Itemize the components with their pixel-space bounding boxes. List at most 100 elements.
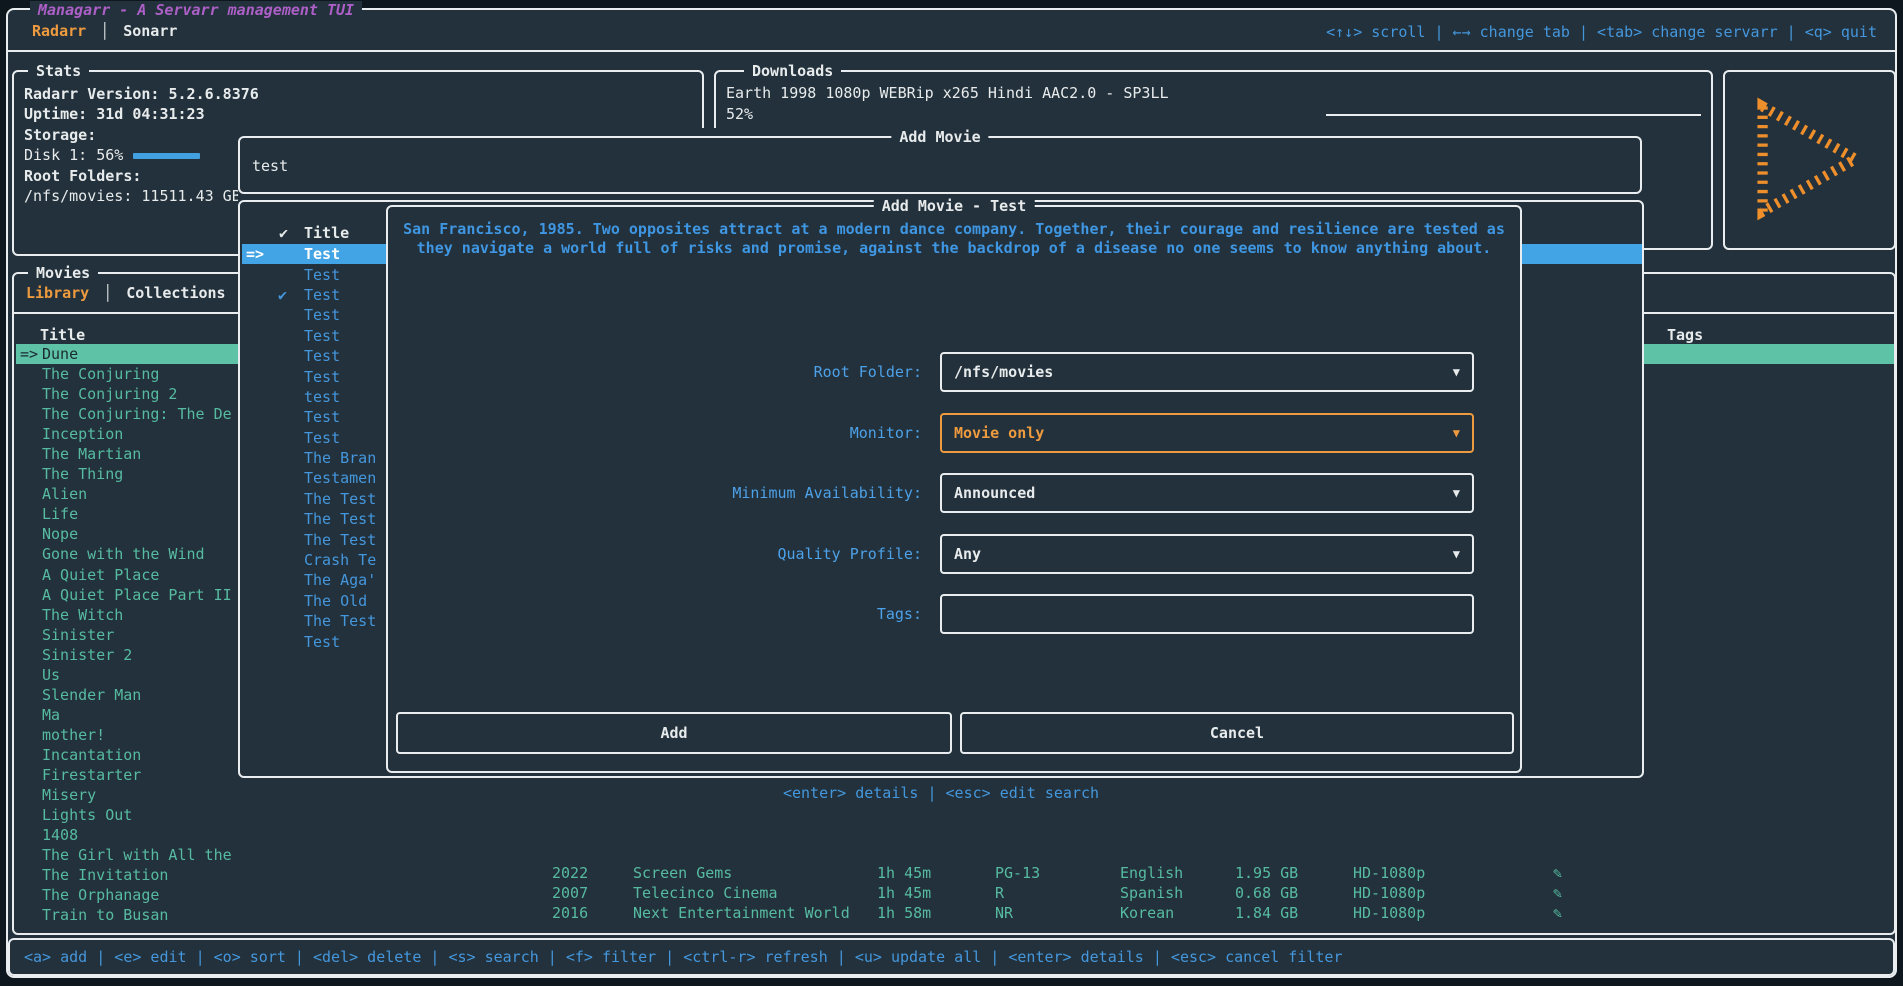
movie-list-item[interactable]: The Girl with All the bbox=[16, 845, 248, 865]
header-keybind-hints: <↑↓> scroll | ←→ change tab | <tab> chan… bbox=[1326, 23, 1877, 41]
movie-title: The Witch bbox=[42, 606, 248, 624]
movie-list-item[interactable]: The Witch bbox=[16, 605, 248, 625]
movie-list-item[interactable]: The Thing bbox=[16, 464, 248, 484]
movie-title: The Conjuring bbox=[42, 365, 248, 383]
movie-title: Incantation bbox=[42, 746, 248, 764]
movie-list-item[interactable]: => Dune bbox=[16, 344, 248, 364]
movie-list-item[interactable]: Ma bbox=[16, 705, 248, 725]
movie-list-item[interactable]: 1408 bbox=[16, 825, 248, 845]
form-field-dropdown[interactable]: Any ▼ bbox=[940, 534, 1474, 574]
movie-list-item[interactable]: The Orphanage bbox=[16, 885, 248, 905]
movie-list-item[interactable]: Sinister 2 bbox=[16, 645, 248, 665]
movie-list-item[interactable]: mother! bbox=[16, 725, 248, 745]
form-field-dropdown[interactable]: /nfs/movies ▼ bbox=[940, 352, 1474, 392]
form-field-row: Root Folder: /nfs/movies ▼ bbox=[388, 352, 1520, 392]
form-field-label: Minimum Availability: bbox=[388, 484, 932, 502]
stats-panel-title: Stats bbox=[28, 61, 89, 81]
movie-title: Dune bbox=[42, 345, 248, 363]
radarr-version: Radarr Version: 5.2.6.8376 bbox=[24, 84, 692, 104]
movie-title: A Quiet Place bbox=[42, 566, 248, 584]
movie-list-item[interactable]: The Conjuring: The De bbox=[16, 404, 248, 424]
movie-list-item[interactable]: Incantation bbox=[16, 745, 248, 765]
movie-title: The Conjuring: The De bbox=[42, 405, 248, 423]
movie-detail-row[interactable]: 2007 Telecinco Cinema 1h 45m R Spanish 0… bbox=[552, 883, 1652, 903]
movie-title: Slender Man bbox=[42, 686, 248, 704]
movie-detail-row[interactable]: 2016 Next Entertainment World 1h 58m NR … bbox=[552, 903, 1652, 923]
movie-list-item[interactable]: Alien bbox=[16, 484, 248, 504]
form-field-value: Announced bbox=[954, 484, 1453, 502]
servarr-tab[interactable]: Radarr bbox=[28, 22, 119, 40]
download-percent-label: 52% bbox=[726, 104, 753, 124]
servarr-tab[interactable]: Sonarr bbox=[119, 22, 181, 40]
movie-title: The Conjuring 2 bbox=[42, 385, 248, 403]
movie-list-item[interactable]: Train to Busan bbox=[16, 905, 248, 925]
form-field-dropdown[interactable]: Movie only ▼ bbox=[940, 413, 1474, 453]
movie-list-item[interactable]: Life bbox=[16, 504, 248, 524]
download-progress-track bbox=[1326, 114, 1701, 116]
movie-list-item[interactable]: Us bbox=[16, 665, 248, 685]
uptime: Uptime: 31d 04:31:23 bbox=[24, 104, 692, 124]
add-movie-search-box[interactable]: Add Movie test bbox=[238, 136, 1642, 194]
movie-title: The Girl with All the bbox=[42, 846, 248, 864]
cancel-button[interactable]: Cancel bbox=[960, 712, 1514, 754]
movie-title: Lights Out bbox=[42, 806, 248, 824]
form-field-label: Root Folder: bbox=[388, 363, 932, 381]
edit-pencil-icon: ✎ bbox=[1553, 864, 1602, 882]
download-progress-row: 52% bbox=[726, 104, 1701, 124]
app-title: Managarr - A Servarr management TUI bbox=[30, 1, 362, 19]
movie-title: The Invitation bbox=[42, 866, 248, 884]
movie-list-item[interactable]: Firestarter bbox=[16, 765, 248, 785]
download-item-title: Earth 1998 1080p WEBRip x265 Hindi AAC2.… bbox=[726, 83, 1701, 103]
movie-title: Us bbox=[42, 666, 248, 684]
movie-list-item[interactable]: Inception bbox=[16, 424, 248, 444]
form-field-dropdown[interactable]: Announced ▼ bbox=[940, 473, 1474, 513]
movie-size: 1.95 GB bbox=[1235, 864, 1353, 882]
movie-title: Misery bbox=[42, 786, 248, 804]
movie-list-item[interactable]: Lights Out bbox=[16, 805, 248, 825]
movie-list-item[interactable]: Nope bbox=[16, 524, 248, 544]
movie-list-item[interactable]: The Conjuring bbox=[16, 364, 248, 384]
tags-column-header: Tags bbox=[1667, 326, 1703, 344]
movie-list-item[interactable]: The Invitation bbox=[16, 865, 248, 885]
movie-quality: HD-1080p bbox=[1353, 864, 1553, 882]
movie-list-item[interactable]: A Quiet Place Part II bbox=[16, 585, 248, 605]
movie-list-item[interactable]: The Martian bbox=[16, 444, 248, 464]
movie-runtime: 1h 45m bbox=[877, 884, 995, 902]
movie-list-item[interactable]: Gone with the Wind bbox=[16, 544, 248, 564]
movie-title: The Orphanage bbox=[42, 886, 248, 904]
movie-title: Firestarter bbox=[42, 766, 248, 784]
form-field-row: Tags: bbox=[388, 594, 1520, 634]
movie-year: 2007 bbox=[552, 884, 633, 902]
movies-tab-bar: LibraryCollections bbox=[22, 284, 259, 302]
movie-studio: Telecinco Cinema bbox=[633, 884, 877, 902]
movie-title: A Quiet Place Part II bbox=[42, 586, 248, 604]
chevron-down-icon: ▼ bbox=[1453, 365, 1460, 379]
add-movie-search-title: Add Movie bbox=[891, 127, 988, 147]
download-progress-bar bbox=[763, 111, 1701, 118]
disk-usage-label: Disk 1: 56% bbox=[24, 146, 123, 164]
movie-list-item[interactable]: The Conjuring 2 bbox=[16, 384, 248, 404]
form-field-dropdown[interactable] bbox=[940, 594, 1474, 634]
edit-pencil-icon: ✎ bbox=[1553, 904, 1602, 922]
movie-certification: PG-13 bbox=[995, 864, 1120, 882]
movie-list-item[interactable]: A Quiet Place bbox=[16, 565, 248, 585]
chevron-down-icon: ▼ bbox=[1453, 426, 1460, 440]
movie-detail-row[interactable]: 2022 Screen Gems 1h 45m PG-13 English 1.… bbox=[552, 863, 1652, 883]
movie-quality: HD-1080p bbox=[1353, 884, 1553, 902]
movie-title: Sinister 2 bbox=[42, 646, 248, 664]
movie-list-item[interactable]: Sinister bbox=[16, 625, 248, 645]
add-movie-modal: Add Movie - Test San Francisco, 1985. Tw… bbox=[386, 205, 1522, 773]
movie-title: Gone with the Wind bbox=[42, 545, 248, 563]
movies-tab[interactable]: Library bbox=[22, 284, 122, 302]
movie-list-item[interactable]: Slender Man bbox=[16, 685, 248, 705]
footer-keybind-bar: <a> add | <e> edit | <o> sort | <del> de… bbox=[8, 938, 1895, 976]
movie-list-item[interactable]: Misery bbox=[16, 785, 248, 805]
managarr-screen: Managarr - A Servarr management TUI Rada… bbox=[0, 0, 1903, 986]
form-field-row: Quality Profile: Any ▼ bbox=[388, 534, 1520, 574]
footer-keybind-hints: <a> add | <e> edit | <o> sort | <del> de… bbox=[10, 940, 1893, 974]
disk-usage-bar bbox=[133, 153, 200, 159]
title-column-header: Title bbox=[40, 326, 85, 344]
selection-arrow: => bbox=[20, 345, 42, 363]
add-button[interactable]: Add bbox=[396, 712, 952, 754]
add-movie-modal-title: Add Movie - Test bbox=[874, 196, 1035, 216]
